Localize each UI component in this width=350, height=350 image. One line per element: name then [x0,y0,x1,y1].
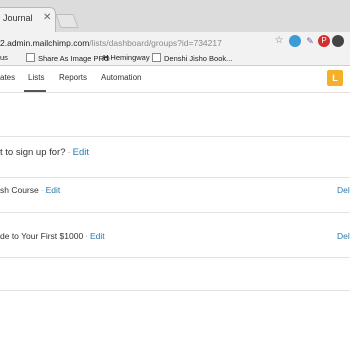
extension-icon[interactable] [289,35,301,47]
group-label: sh Course [0,185,39,195]
page-icon [26,53,35,62]
divider [0,212,350,213]
address-bar[interactable]: 2.admin.mailchimp.com/lists/dashboard/gr… [0,38,222,48]
nav-item-templates[interactable]: ates [0,73,15,82]
tab-close-icon[interactable]: ✕ [43,12,51,23]
url-host: 2.admin.mailchimp.com [0,38,90,48]
edit-group-link[interactable]: Edit [90,231,105,241]
delete-group-link[interactable]: Dele [337,185,350,195]
divider [0,136,350,137]
delete-group-link[interactable]: Dele [337,231,350,241]
avatar[interactable]: L [327,70,343,86]
nav-active-indicator [24,90,46,92]
bookmark-item[interactable]: us [0,53,8,62]
new-tab-button[interactable] [55,14,79,28]
nav-item-lists[interactable]: Lists [28,73,44,82]
edit-group-link[interactable]: Edit [46,185,61,195]
nav-item-automation[interactable]: Automation [101,73,141,82]
divider [0,290,350,291]
bookmark-item[interactable]: Share As Image PRO [26,53,110,63]
group-row: sh Course · Edit [0,185,61,195]
extension-icon[interactable]: ◐ [346,35,350,47]
group-label: de to Your First $1000 [0,231,84,241]
edit-question-link[interactable]: Edit [73,147,89,158]
bookmark-item[interactable]: Denshi Jisho Book... [152,53,232,63]
browser-toolbar: 2.admin.mailchimp.com/lists/dashboard/gr… [0,32,350,52]
nav-item-reports[interactable]: Reports [59,73,87,82]
group-question-text: t to sign up for? [0,147,66,158]
app-nav: ates Lists Reports Automation L [0,66,350,93]
bookmark-item[interactable]: H Hemingway [103,53,150,62]
browser-window: Journal ✕ 2.admin.mailchimp.com/lists/da… [0,0,350,310]
hemingway-icon: H [103,53,109,62]
divider [0,177,350,178]
page-icon [152,53,161,62]
bookmarks-bar: us Share As Image PRO H Hemingway Denshi … [0,52,350,66]
group-row: de to Your First $1000 · Edit [0,231,105,241]
divider [0,257,350,258]
url-path: /lists/dashboard/groups?id=734217 [89,38,222,48]
browser-tab[interactable]: Journal ✕ [0,7,56,33]
bookmark-star-icon[interactable]: ☆ [273,35,285,47]
tab-title: Journal [3,13,33,23]
pinterest-icon[interactable]: P [318,35,330,47]
page-background [0,310,350,350]
extension-icon[interactable]: ✎ [304,35,316,47]
group-question: t to sign up for? · Edit [0,147,90,158]
extension-icon[interactable] [332,35,344,47]
tab-strip: Journal ✕ [0,0,350,33]
